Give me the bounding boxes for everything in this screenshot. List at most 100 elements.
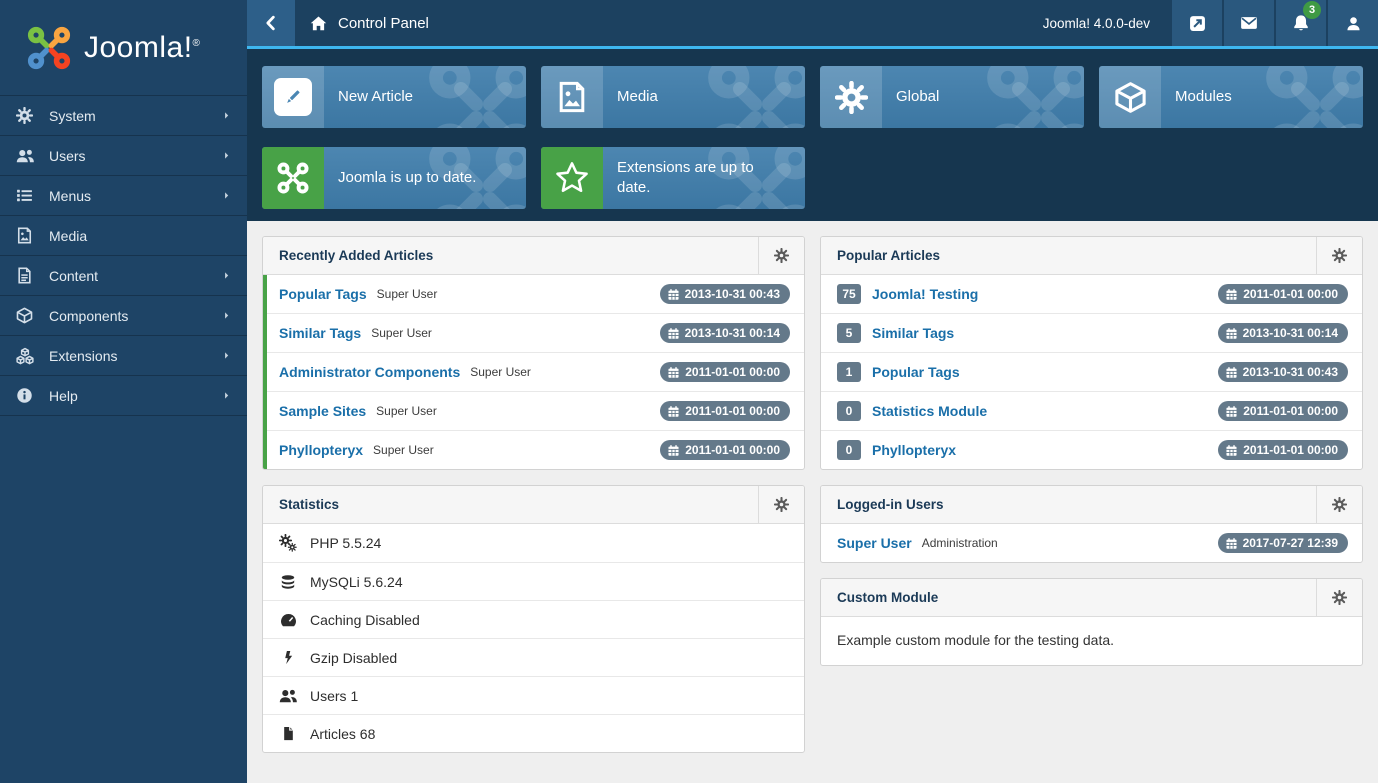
users-icon <box>279 687 297 705</box>
calendar-icon <box>667 405 680 418</box>
date-badge: 2011-01-01 00:00 <box>1218 401 1348 421</box>
custom-module-panel: Custom Module Example custom module for … <box>820 578 1363 666</box>
sidebar-item-users[interactable]: Users <box>0 136 247 176</box>
stat-label: Articles 68 <box>310 726 375 742</box>
recently-added-articles-panel: Recently Added Articles Popular Tags Sup… <box>262 236 805 470</box>
stat-row: Articles 68 <box>263 714 804 752</box>
calendar-icon <box>1225 288 1238 301</box>
date-badge: 2011-01-01 00:00 <box>1218 284 1348 304</box>
stat-label: PHP 5.5.24 <box>310 535 381 551</box>
chevron-right-icon <box>222 311 231 320</box>
tile-label: Media <box>603 87 672 107</box>
date-badge: 2017-07-27 12:39 <box>1218 533 1348 553</box>
article-link[interactable]: Phyllopteryx <box>872 442 956 458</box>
article-link[interactable]: Administrator Components <box>279 364 460 380</box>
users-icon <box>16 147 36 164</box>
gear-icon <box>774 497 789 512</box>
date-badge: 2013-10-31 00:14 <box>660 323 790 343</box>
joomla-icon <box>262 147 324 209</box>
user-location: Administration <box>922 536 998 550</box>
hit-count-badge: 1 <box>837 362 861 382</box>
sidebar-item-help[interactable]: Help <box>0 376 247 416</box>
chevron-right-icon <box>222 271 231 280</box>
chevron-right-icon <box>222 111 231 120</box>
database-icon <box>279 574 297 590</box>
cube-icon <box>16 307 36 324</box>
bolt-icon <box>279 650 297 665</box>
back-button[interactable] <box>247 0 295 46</box>
calendar-icon <box>1225 537 1238 550</box>
date-badge: 2013-10-31 00:43 <box>1218 362 1348 382</box>
image-icon <box>541 66 603 128</box>
sidebar-item-label: Components <box>49 308 128 324</box>
media-tile[interactable]: Media <box>541 66 805 128</box>
status-message: Joomla is up to date. <box>324 168 490 188</box>
stat-row: MySQLi 5.6.24 <box>263 562 804 600</box>
article-link[interactable]: Statistics Module <box>872 403 987 419</box>
version-label: Joomla! 4.0.0-dev <box>1043 0 1150 46</box>
extensions-uptodate-tile[interactable]: Extensions are up to date. <box>541 147 805 209</box>
modules-tile[interactable]: Modules <box>1099 66 1363 128</box>
sidebar-item-system[interactable]: System <box>0 96 247 136</box>
panel-options-button[interactable] <box>1316 237 1362 274</box>
gear-icon <box>1332 497 1347 512</box>
new-article-tile[interactable]: New Article <box>262 66 526 128</box>
article-link[interactable]: Popular Tags <box>279 286 367 302</box>
stat-row: PHP 5.5.24 <box>263 524 804 562</box>
stat-label: Gzip Disabled <box>310 650 397 666</box>
date-badge: 2011-01-01 00:00 <box>660 440 790 460</box>
sidebar-item-content[interactable]: Content <box>0 256 247 296</box>
date-badge: 2011-01-01 00:00 <box>1218 440 1348 460</box>
article-link[interactable]: Sample Sites <box>279 403 366 419</box>
global-tile[interactable]: Global <box>820 66 1084 128</box>
article-link[interactable]: Similar Tags <box>872 325 954 341</box>
notification-badge: 3 <box>1303 1 1321 19</box>
joomla-uptodate-tile[interactable]: Joomla is up to date. <box>262 147 526 209</box>
panel-title: Popular Articles <box>821 237 1316 274</box>
panel-options-button[interactable] <box>758 486 804 523</box>
logged-in-user-row: Super User Administration 2017-07-27 12:… <box>821 524 1362 562</box>
panel-title: Statistics <box>263 486 758 523</box>
preview-button[interactable] <box>1172 0 1222 46</box>
app-window: Joomla!® System Users Menus Media <box>0 0 1378 783</box>
date-badge: 2011-01-01 00:00 <box>660 362 790 382</box>
notifications-button[interactable]: 3 <box>1276 0 1326 46</box>
gear-icon <box>16 107 36 124</box>
article-row: 75 Joomla! Testing 2011-01-01 00:00 <box>821 275 1362 313</box>
article-row: Phyllopteryx Super User 2011-01-01 00:00 <box>267 430 804 469</box>
calendar-icon <box>667 288 680 301</box>
panel-options-button[interactable] <box>1316 579 1362 616</box>
sidebar-item-components[interactable]: Components <box>0 296 247 336</box>
stat-row: Gzip Disabled <box>263 638 804 676</box>
panel-title: Logged-in Users <box>821 486 1316 523</box>
article-link[interactable]: Phyllopteryx <box>279 442 363 458</box>
envelope-icon <box>1240 14 1258 32</box>
user-link[interactable]: Super User <box>837 535 912 551</box>
image-icon <box>16 227 36 244</box>
main-area: Control Panel Joomla! 4.0.0-dev 3 <box>247 0 1378 783</box>
stat-row: Users 1 <box>263 676 804 714</box>
popular-articles-panel: Popular Articles 75 Joomla! Testing 2011… <box>820 236 1363 470</box>
statistics-panel: Statistics PHP 5.5.24 MySQLi 5.6.24 <box>262 485 805 753</box>
calendar-icon <box>1225 444 1238 457</box>
chevron-right-icon <box>222 351 231 360</box>
cubes-icon <box>16 347 36 364</box>
article-row: Similar Tags Super User 2013-10-31 00:14 <box>267 313 804 352</box>
sidebar-item-media[interactable]: Media <box>0 216 247 256</box>
sidebar-item-label: Help <box>49 388 78 404</box>
tachometer-icon <box>279 611 297 628</box>
article-link[interactable]: Similar Tags <box>279 325 361 341</box>
quick-icons-strip: New Article Media Global <box>247 49 1378 221</box>
sidebar-item-menus[interactable]: Menus <box>0 176 247 216</box>
messages-button[interactable] <box>1224 0 1274 46</box>
chevron-left-icon <box>263 15 279 31</box>
sidebar-item-extensions[interactable]: Extensions <box>0 336 247 376</box>
article-link[interactable]: Popular Tags <box>872 364 960 380</box>
panel-options-button[interactable] <box>758 237 804 274</box>
panel-options-button[interactable] <box>1316 486 1362 523</box>
user-menu-button[interactable] <box>1328 0 1378 46</box>
chevron-right-icon <box>222 191 231 200</box>
article-link[interactable]: Joomla! Testing <box>872 286 978 302</box>
joomla-watermark-icon <box>703 66 805 128</box>
joomla-logo-icon <box>26 25 72 71</box>
